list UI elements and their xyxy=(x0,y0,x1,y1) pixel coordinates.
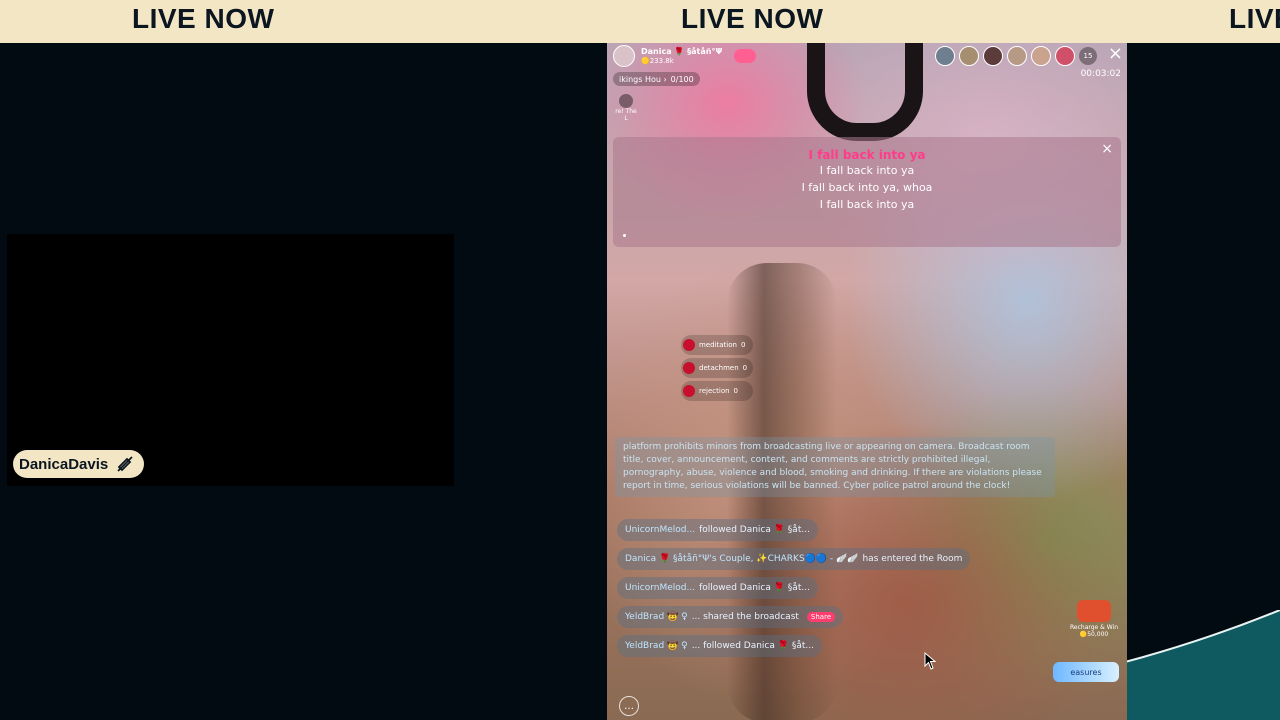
chat-feed: UnicornMelod... followed Danica 🌹 §åt...… xyxy=(617,517,971,662)
camera-placeholder xyxy=(7,234,454,486)
viewer-avatar[interactable] xyxy=(935,46,955,66)
ticker-item: LIVE NOW xyxy=(681,3,824,34)
chat-user: UnicornMelod... xyxy=(625,525,696,535)
chat-text: has entered the Room xyxy=(862,554,963,564)
chat-message[interactable]: YeldBrad 🤠 ♀ ... shared the broadcast Sh… xyxy=(617,606,844,628)
platform-notice: platform prohibits minors from broadcast… xyxy=(615,437,1055,497)
streamer-name-tag: DanicaDavis xyxy=(13,450,145,478)
rank-text: ikings Hou › xyxy=(619,74,667,84)
viewer-avatar[interactable] xyxy=(1055,46,1075,66)
lyric-line: I fall back into ya xyxy=(819,198,915,211)
ticker-item: LIVE xyxy=(1229,3,1280,34)
gift-item[interactable]: detachmen 0 xyxy=(681,358,754,378)
side-badge[interactable]: re! The L xyxy=(613,94,639,122)
gift-count: 0 xyxy=(733,387,739,395)
recharge-win-button[interactable]: Recharge & Win 🟡50,000 xyxy=(1067,600,1121,640)
chat-message[interactable]: Danica 🌹 §åtåñ°Ψ's Couple, ✨CHARKS🔵🔵 - 🪽… xyxy=(617,548,971,570)
gift-label: detachmen xyxy=(699,364,739,372)
side-badge-label: re! The L xyxy=(615,108,637,122)
gift-box-icon xyxy=(1077,600,1111,622)
chat-message[interactable]: YeldBrad 🤠 ♀ ... followed Danica 🌹 §åt..… xyxy=(617,635,822,657)
rank-pill[interactable]: ikings Hou › 0/100 xyxy=(613,72,700,86)
host-info[interactable]: Danica 🌹 §åtåñ°Ψ 🟡233.8k xyxy=(613,45,757,67)
viewer-avatar[interactable] xyxy=(983,46,1003,66)
viewer-avatar[interactable] xyxy=(959,46,979,66)
headphones-graphic xyxy=(807,43,923,141)
share-badge[interactable]: Share xyxy=(806,612,836,622)
chat-text: ... shared the broadcast xyxy=(691,612,799,622)
chat-text: ... followed Danica 🌹 §åt... xyxy=(691,641,814,651)
viewer-list[interactable]: 15 xyxy=(935,46,1097,66)
stream-timer: 00:03:02 xyxy=(1080,69,1121,79)
chat-message[interactable]: UnicornMelod... followed Danica 🌹 §åt... xyxy=(617,519,818,541)
recharge-label: Recharge & Win xyxy=(1070,624,1118,631)
moon-icon xyxy=(45,38,86,95)
rank-sub: 0/100 xyxy=(670,74,694,84)
rose-icon xyxy=(683,339,695,351)
chat-user: YeldBrad 🤠 ♀ xyxy=(625,612,688,622)
gift-list: meditation 0 detachmen 0 rejection 0 xyxy=(681,335,754,404)
lyric-line: I fall back into ya xyxy=(819,164,915,177)
camera-off-icon xyxy=(117,456,133,472)
lyrics-title: I fall back into ya xyxy=(808,148,926,162)
badge-icon xyxy=(619,94,633,108)
viewer-avatar[interactable] xyxy=(1007,46,1027,66)
host-name: Danica 🌹 §åtåñ°Ψ xyxy=(641,46,723,56)
comment-icon[interactable]: … xyxy=(619,696,639,716)
lyric-line: I fall back into ya, whoa xyxy=(801,181,933,194)
gift-count: 0 xyxy=(740,341,746,349)
mouse-cursor-icon xyxy=(924,652,937,670)
lyrics-close-icon[interactable]: × xyxy=(1101,141,1113,157)
ticker-item: LIVE NOW xyxy=(132,3,275,34)
chat-user: UnicornMelod... xyxy=(625,583,696,593)
viewer-avatar[interactable] xyxy=(1031,46,1051,66)
treasures-button[interactable]: easures xyxy=(1053,662,1119,682)
chat-user: Danica 🌹 §åtåñ°Ψ's Couple, ✨CHARKS🔵🔵 - 🪽… xyxy=(625,554,859,564)
follow-button[interactable] xyxy=(734,49,757,63)
viewer-count[interactable]: 15 xyxy=(1079,47,1097,65)
gift-label: meditation xyxy=(699,341,737,349)
gift-count: 0 xyxy=(742,364,748,372)
lyrics-panel: × I fall back into ya I fall back into y… xyxy=(613,137,1121,247)
host-coins: 🟡233.8k xyxy=(641,56,674,65)
rose-icon xyxy=(683,362,695,374)
stream-video[interactable]: Danica 🌹 §åtåñ°Ψ 🟡233.8k 15 × 00:03:02 i… xyxy=(607,43,1127,720)
close-icon[interactable]: × xyxy=(1108,43,1123,65)
recharge-amount: 🟡50,000 xyxy=(1079,631,1109,638)
chat-user: YeldBrad 🤠 ♀ xyxy=(625,641,688,651)
chat-message[interactable]: UnicornMelod... followed Danica 🌹 §åt... xyxy=(617,577,818,599)
gift-item[interactable]: rejection 0 xyxy=(681,381,754,401)
chat-text: followed Danica 🌹 §åt... xyxy=(699,525,810,535)
rose-icon xyxy=(683,385,695,397)
live-now-banner: LIVE NOW LIVE NOW LIVE xyxy=(0,0,1280,43)
chat-text: followed Danica 🌹 §åt... xyxy=(699,583,810,593)
host-avatar[interactable] xyxy=(613,45,635,67)
streamer-name: DanicaDavis xyxy=(19,455,109,473)
gift-item[interactable]: meditation 0 xyxy=(681,335,754,355)
lyric-progress-dot xyxy=(623,234,626,237)
gift-label: rejection xyxy=(699,387,730,395)
